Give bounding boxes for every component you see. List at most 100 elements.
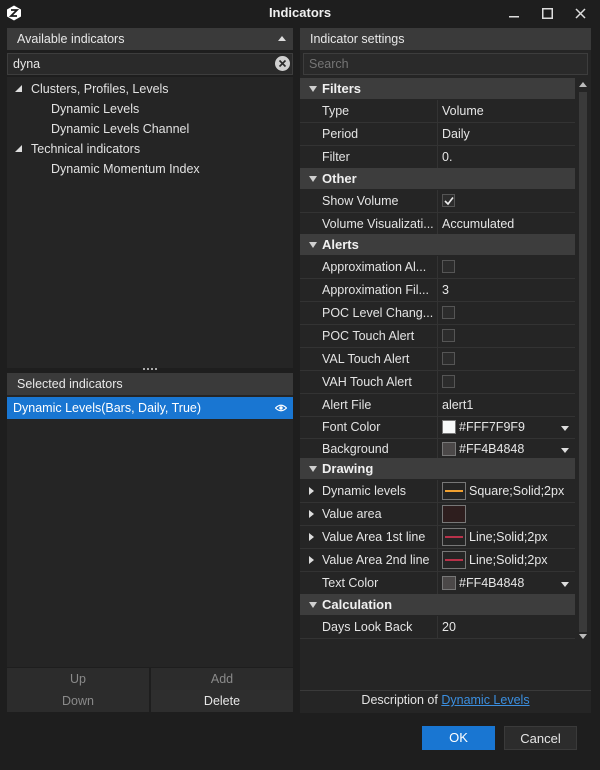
prop-value[interactable]: 20 bbox=[437, 616, 575, 639]
expand-triangle-icon[interactable] bbox=[309, 487, 314, 495]
tree-node-technical[interactable]: Technical indicators bbox=[12, 139, 282, 159]
delete-button[interactable]: Delete bbox=[151, 690, 293, 712]
clear-filter-icon[interactable] bbox=[275, 56, 290, 71]
ok-button[interactable]: OK bbox=[422, 726, 495, 750]
collapse-triangle-icon[interactable] bbox=[309, 242, 317, 248]
category-other[interactable]: Other bbox=[300, 168, 575, 189]
scrollbar-thumb[interactable] bbox=[579, 92, 587, 632]
expand-triangle-icon[interactable] bbox=[309, 533, 314, 541]
collapse-triangle-icon[interactable] bbox=[309, 176, 317, 182]
chevron-down-icon[interactable] bbox=[561, 582, 569, 587]
line-style-preview[interactable] bbox=[442, 527, 466, 546]
approximation-alert-checkbox[interactable] bbox=[442, 260, 455, 274]
chevron-down-icon[interactable] bbox=[561, 448, 569, 453]
prop-alert-file[interactable]: Alert File alert1 bbox=[300, 394, 575, 417]
line-style-value: Square;Solid;2px bbox=[469, 484, 565, 498]
prop-name: Font Color bbox=[322, 420, 381, 434]
line-style-preview[interactable] bbox=[442, 550, 466, 569]
category-calculation[interactable]: Calculation bbox=[300, 594, 575, 615]
prop-volume-visualization[interactable]: Volume Visualizati... Accumulated bbox=[300, 213, 575, 236]
collapse-up-icon[interactable] bbox=[277, 28, 287, 50]
prop-dynamic-levels[interactable]: Dynamic levels Square;Solid;2px bbox=[300, 480, 575, 503]
maximize-button[interactable] bbox=[532, 2, 562, 24]
vah-touch-alert-checkbox[interactable] bbox=[442, 375, 455, 389]
line-style-preview[interactable] bbox=[442, 481, 466, 500]
prop-value bbox=[437, 302, 575, 325]
scroll-down-icon[interactable] bbox=[579, 634, 587, 639]
prop-value[interactable]: 3 bbox=[437, 279, 575, 302]
expanded-triangle-icon[interactable] bbox=[15, 145, 23, 153]
scroll-up-icon[interactable] bbox=[579, 82, 587, 87]
prop-value[interactable]: #FF4B4848 bbox=[437, 572, 575, 595]
prop-filter[interactable]: Filter 0. bbox=[300, 146, 575, 169]
move-down-button[interactable]: Down bbox=[7, 690, 149, 712]
prop-value[interactable]: Line;Solid;2px bbox=[437, 549, 575, 572]
settings-search-input[interactable] bbox=[303, 53, 588, 75]
cancel-button[interactable]: Cancel bbox=[504, 726, 577, 750]
collapse-triangle-icon[interactable] bbox=[309, 466, 317, 472]
category-alerts[interactable]: Alerts bbox=[300, 234, 575, 255]
prop-val-touch-alert[interactable]: VAL Touch Alert bbox=[300, 348, 575, 371]
font-color-value: #FFF7F9F9 bbox=[459, 420, 525, 434]
prop-value[interactable]: #FFF7F9F9 bbox=[437, 416, 575, 439]
prop-value[interactable]: Accumulated bbox=[437, 213, 575, 236]
prop-name: Volume Visualizati... bbox=[322, 217, 434, 231]
eye-icon[interactable] bbox=[275, 404, 287, 412]
splitter-grip-icon[interactable] bbox=[143, 368, 157, 371]
tree-item-dynamic-levels[interactable]: Dynamic Levels bbox=[51, 99, 281, 119]
prop-value[interactable]: Square;Solid;2px bbox=[437, 480, 575, 503]
prop-value[interactable]: 0. bbox=[437, 146, 575, 169]
prop-value[interactable]: Line;Solid;2px bbox=[437, 526, 575, 549]
add-button[interactable]: Add bbox=[151, 668, 293, 690]
val-touch-alert-checkbox[interactable] bbox=[442, 352, 455, 366]
category-filters[interactable]: Filters bbox=[300, 78, 575, 99]
background-swatch[interactable] bbox=[442, 441, 456, 456]
close-button[interactable] bbox=[565, 2, 595, 24]
show-volume-checkbox[interactable] bbox=[442, 194, 455, 208]
prop-value[interactable]: Daily bbox=[437, 123, 575, 146]
expanded-triangle-icon[interactable] bbox=[15, 85, 23, 93]
prop-value-area[interactable]: Value area bbox=[300, 503, 575, 526]
prop-vah-touch-alert[interactable]: VAH Touch Alert bbox=[300, 371, 575, 394]
category-drawing[interactable]: Drawing bbox=[300, 458, 575, 479]
selected-indicator-item[interactable]: Dynamic Levels(Bars, Daily, True) bbox=[7, 397, 293, 419]
collapse-triangle-icon[interactable] bbox=[309, 86, 317, 92]
expand-triangle-icon[interactable] bbox=[309, 556, 314, 564]
prop-approximation-filter[interactable]: Approximation Fil... 3 bbox=[300, 279, 575, 302]
font-color-swatch[interactable] bbox=[442, 419, 456, 434]
indicator-filter-input[interactable] bbox=[7, 53, 293, 75]
prop-value[interactable] bbox=[437, 503, 575, 526]
prop-approximation-alert[interactable]: Approximation Al... bbox=[300, 256, 575, 279]
description-link[interactable]: Dynamic Levels bbox=[441, 693, 529, 707]
available-indicators-tree: Clusters, Profiles, Levels Dynamic Level… bbox=[7, 77, 293, 368]
prop-name: Approximation Al... bbox=[322, 260, 427, 274]
prop-name: VAL Touch Alert bbox=[322, 352, 410, 366]
collapse-triangle-icon[interactable] bbox=[309, 602, 317, 608]
prop-value bbox=[437, 371, 575, 394]
move-up-button[interactable]: Up bbox=[7, 668, 149, 690]
prop-show-volume[interactable]: Show Volume bbox=[300, 190, 575, 213]
prop-type[interactable]: Type Volume bbox=[300, 100, 575, 123]
selected-indicators-list: Dynamic Levels(Bars, Daily, True) bbox=[7, 395, 293, 667]
prop-value[interactable]: alert1 bbox=[437, 394, 575, 417]
prop-poc-level-change[interactable]: POC Level Chang... bbox=[300, 302, 575, 325]
prop-text-color[interactable]: Text Color #FF4B4848 bbox=[300, 572, 575, 595]
expand-triangle-icon[interactable] bbox=[309, 510, 314, 518]
poc-level-change-checkbox[interactable] bbox=[442, 306, 455, 320]
fill-preview[interactable] bbox=[442, 504, 466, 523]
prop-value[interactable]: Volume bbox=[437, 100, 575, 123]
prop-period[interactable]: Period Daily bbox=[300, 123, 575, 146]
tree-item-label: Dynamic Levels bbox=[51, 102, 140, 116]
text-color-swatch[interactable] bbox=[442, 575, 456, 590]
chevron-down-icon[interactable] bbox=[561, 426, 569, 431]
tree-item-dynamic-levels-channel[interactable]: Dynamic Levels Channel bbox=[51, 119, 281, 139]
prop-days-look-back[interactable]: Days Look Back 20 bbox=[300, 616, 575, 639]
tree-item-dynamic-momentum-index[interactable]: Dynamic Momentum Index bbox=[51, 159, 281, 179]
tree-node-clusters[interactable]: Clusters, Profiles, Levels bbox=[12, 79, 282, 99]
poc-touch-alert-checkbox[interactable] bbox=[442, 329, 455, 343]
minimize-button[interactable] bbox=[499, 2, 529, 24]
prop-font-color[interactable]: Font Color #FFF7F9F9 bbox=[300, 416, 575, 439]
prop-poc-touch-alert[interactable]: POC Touch Alert bbox=[300, 325, 575, 348]
prop-value-area-1st-line[interactable]: Value Area 1st line Line;Solid;2px bbox=[300, 526, 575, 549]
prop-value-area-2nd-line[interactable]: Value Area 2nd line Line;Solid;2px bbox=[300, 549, 575, 572]
